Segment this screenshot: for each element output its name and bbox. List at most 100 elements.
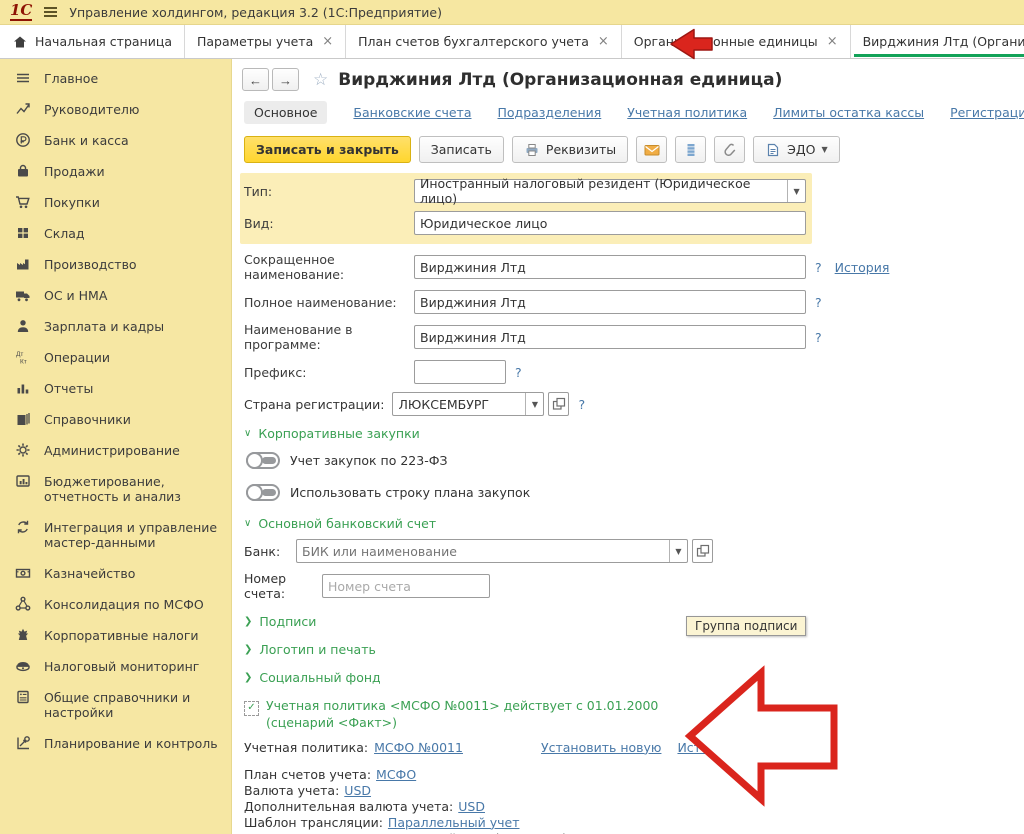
forward-button[interactable]: → <box>272 68 299 91</box>
sidebar-item-4[interactable]: Покупки <box>0 187 231 218</box>
tab-0[interactable]: Начальная страница <box>0 25 185 58</box>
form-nav-3[interactable]: Учетная политика <box>627 105 747 120</box>
program-name-field[interactable] <box>414 325 806 349</box>
combo-arrow-icon[interactable]: ▼ <box>525 393 543 415</box>
sidebar-item-8[interactable]: Зарплата и кадры <box>0 311 231 342</box>
sidebar-item-16[interactable]: Консолидация по МСФО <box>0 589 231 620</box>
bank-field[interactable] <box>297 544 669 559</box>
save-button[interactable]: Записать <box>419 136 504 163</box>
help-icon[interactable]: ? <box>578 397 585 412</box>
sidebar-item-label: Производство <box>44 257 137 272</box>
accounting-policy-link[interactable]: МСФО №0011 <box>374 740 463 755</box>
sidebar-item-3[interactable]: Продажи <box>0 156 231 187</box>
section-procurement-title: Корпоративные закупки <box>258 426 419 441</box>
main-menu-icon[interactable] <box>44 7 57 17</box>
mail-button[interactable] <box>636 136 667 163</box>
sidebar-item-19[interactable]: Общие справочники и настройки <box>0 682 231 728</box>
form-nav-0[interactable]: Основное <box>244 101 327 124</box>
window-title: Управление холдингом, редакция 3.2 (1С:П… <box>69 5 442 20</box>
policy-action-0[interactable]: Установить новую <box>541 740 661 755</box>
sidebar-item-9[interactable]: ДтКтОперации <box>0 342 231 373</box>
requisites-button[interactable]: Реквизиты <box>512 136 628 163</box>
policy-info-label: Валюта учета: <box>244 783 339 798</box>
tab-4[interactable]: Вирджиния Лтд (Организационная единица)× <box>851 25 1024 58</box>
favorite-star-icon[interactable]: ☆ <box>313 70 328 90</box>
close-tab-icon[interactable]: × <box>598 34 609 49</box>
form-nav-4[interactable]: Лимиты остатка кассы <box>773 105 924 120</box>
policy-action-1[interactable]: История <box>677 740 732 755</box>
combo-arrow-icon[interactable]: ▼ <box>669 540 687 562</box>
sidebar-item-13[interactable]: Бюджетирование, отчетность и анализ <box>0 466 231 512</box>
policy-info-value[interactable]: USD <box>458 799 485 814</box>
sidebar-item-17[interactable]: Корпоративные налоги <box>0 620 231 651</box>
sidebar-item-12[interactable]: Администрирование <box>0 435 231 466</box>
sidebar-item-10[interactable]: Отчеты <box>0 373 231 404</box>
account-number-field[interactable] <box>322 574 490 598</box>
combo-arrow-icon[interactable]: ▼ <box>787 180 805 202</box>
sidebar-item-label: Продажи <box>44 164 105 179</box>
open-item-button[interactable] <box>548 392 569 416</box>
plan-icon <box>15 735 33 751</box>
policy-info-value[interactable]: Параллельный учет <box>388 815 520 830</box>
bank-combobox[interactable]: ▼ <box>296 539 688 563</box>
tab-3[interactable]: Организационные единицы× <box>622 25 851 58</box>
toggle-switch[interactable] <box>246 452 280 469</box>
sidebar-item-14[interactable]: Интеграция и управление мастер-данными <box>0 512 231 558</box>
save-close-button[interactable]: Записать и закрыть <box>244 136 411 163</box>
form-nav-links: Основное Банковские счета Подразделения Уче… <box>244 101 1024 124</box>
collapsed-section-0[interactable]: ❯Подписи <box>244 614 1022 629</box>
close-tab-icon[interactable]: × <box>322 34 333 49</box>
svg-text:Дт: Дт <box>16 351 23 358</box>
sidebar-item-11[interactable]: Справочники <box>0 404 231 435</box>
sidebar-item-15[interactable]: Казначейство <box>0 558 231 589</box>
open-item-button[interactable] <box>692 539 713 563</box>
list-button[interactable] <box>675 136 706 163</box>
help-icon[interactable]: ? <box>815 295 822 310</box>
collapsed-section-1[interactable]: ❯Логотип и печать <box>244 642 1022 657</box>
help-icon[interactable]: ? <box>515 365 522 380</box>
collapsed-section-2[interactable]: ❯Социальный фонд <box>244 670 1022 685</box>
sidebar-item-5[interactable]: Склад <box>0 218 231 249</box>
policy-info-value[interactable]: МСФО <box>376 767 416 782</box>
full-name-field[interactable] <box>414 290 806 314</box>
back-button[interactable]: ← <box>242 68 269 91</box>
paperclip-icon <box>722 142 738 158</box>
group-checkbox-icon[interactable]: ✓ <box>244 701 259 716</box>
help-icon[interactable]: ? <box>815 330 822 345</box>
type-combobox[interactable]: Иностранный налоговый резидент (Юридичес… <box>414 179 806 203</box>
accounting-policy-header: ✓ Учетная политика <МСФО №0011> действуе… <box>244 698 684 732</box>
edo-button[interactable]: ЭДО▼ <box>753 136 840 163</box>
form-nav-1[interactable]: Банковские счета <box>353 105 471 120</box>
tab-1[interactable]: Параметры учета × <box>185 25 346 58</box>
chevron-right-icon: ❯ <box>244 617 252 627</box>
kind-field[interactable] <box>414 211 806 235</box>
short-name-history-link[interactable]: История <box>835 260 890 275</box>
sidebar-item-0[interactable]: Главное <box>0 63 231 94</box>
open-icon <box>695 543 711 559</box>
short-name-field[interactable] <box>414 255 806 279</box>
form-nav-5[interactable]: Регистрации в налоговых органах <box>950 105 1024 120</box>
tab-label: Параметры учета <box>197 34 313 49</box>
form-nav-2[interactable]: Подразделения <box>498 105 602 120</box>
sidebar: ГлавноеРуководителюБанк и касса Продажи По… <box>0 59 232 834</box>
chevron-right-icon: ❯ <box>244 673 252 683</box>
sidebar-item-7[interactable]: ОС и НМА <box>0 280 231 311</box>
sidebar-item-2[interactable]: Банк и касса <box>0 125 231 156</box>
section-main-bank[interactable]: ∨ Основной банковский счет <box>244 516 1022 531</box>
prefix-field[interactable] <box>414 360 506 384</box>
sidebar-item-20[interactable]: Планирование и контроль <box>0 728 231 759</box>
sidebar-item-18[interactable]: Налоговый мониторинг <box>0 651 231 682</box>
attachments-button[interactable] <box>714 136 745 163</box>
help-icon[interactable]: ? <box>815 260 822 275</box>
policy-info-value[interactable]: USD <box>344 783 371 798</box>
sidebar-item-label: Отчеты <box>44 381 93 396</box>
sidebar-item-6[interactable]: Производство <box>0 249 231 280</box>
sidebar-item-1[interactable]: Руководителю <box>0 94 231 125</box>
1c-logo: 1С <box>10 3 32 21</box>
section-procurement[interactable]: ∨ Корпоративные закупки <box>244 426 1022 441</box>
arrow-left-icon: ← <box>249 72 262 88</box>
tab-2[interactable]: План счетов бухгалтерского учета× <box>346 25 622 58</box>
close-tab-icon[interactable]: × <box>827 34 838 49</box>
toggle-switch[interactable] <box>246 484 280 501</box>
country-combobox[interactable]: ЛЮКСЕМБУРГ ▼ <box>392 392 544 416</box>
